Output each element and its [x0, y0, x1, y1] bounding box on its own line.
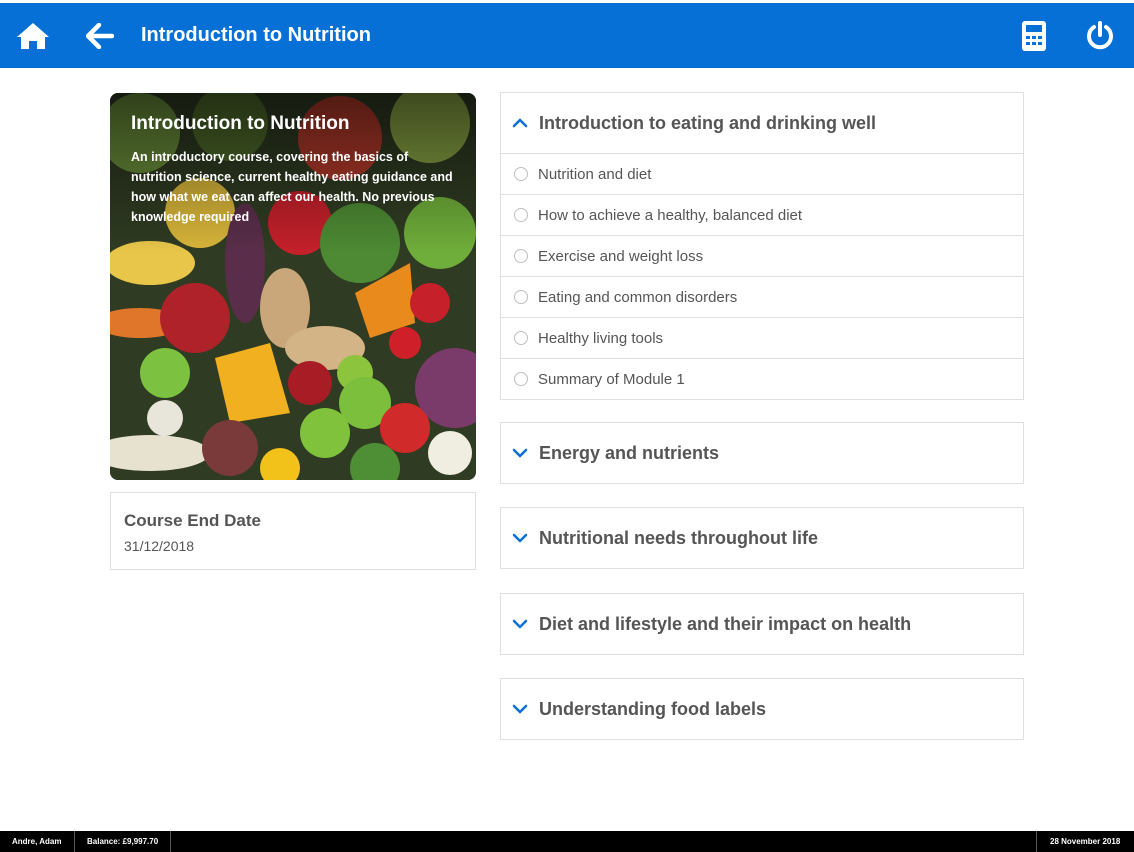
lesson-item[interactable]: Healthy living tools — [501, 317, 1023, 358]
lesson-label: Nutrition and diet — [538, 165, 652, 183]
radio-circle-icon — [514, 249, 528, 263]
power-button[interactable] — [1075, 3, 1125, 68]
radio-circle-icon — [514, 372, 528, 386]
module-panel: Energy and nutrients — [500, 422, 1024, 484]
lesson-label: Summary of Module 1 — [538, 370, 685, 388]
lesson-item[interactable]: Exercise and weight loss — [501, 235, 1023, 276]
module-panel: Introduction to eating and drinking well… — [500, 92, 1024, 400]
calculator-button[interactable] — [1009, 3, 1059, 68]
date-text: 28 November 2018 — [1050, 837, 1121, 846]
back-arrow-icon — [86, 22, 114, 49]
course-title: Introduction to Nutrition — [131, 113, 350, 134]
calculator-icon — [1022, 20, 1046, 51]
page-title: Introduction to Nutrition — [141, 24, 371, 46]
module-panel: Nutritional needs throughout life — [500, 507, 1024, 569]
chevron-down-icon — [501, 619, 539, 629]
module-header-toggle[interactable]: Energy and nutrients — [501, 423, 1023, 483]
lesson-label: How to achieve a healthy, balanced diet — [538, 206, 803, 224]
chevron-up-icon — [501, 118, 539, 128]
lesson-label: Healthy living tools — [538, 329, 664, 347]
module-title: Introduction to eating and drinking well — [539, 112, 876, 133]
module-header-toggle[interactable]: Understanding food labels — [501, 679, 1023, 739]
module-title: Energy and nutrients — [539, 442, 720, 463]
module-panel: Diet and lifestyle and their impact on h… — [500, 593, 1024, 655]
chevron-down-icon — [501, 448, 539, 458]
lesson-label: Exercise and weight loss — [538, 247, 704, 265]
radio-circle-icon — [514, 290, 528, 304]
module-header-toggle[interactable]: Diet and lifestyle and their impact on h… — [501, 594, 1023, 654]
course-hero-card: Introduction to Nutrition An introductor… — [110, 93, 476, 480]
back-button[interactable] — [75, 3, 125, 68]
power-icon — [1087, 20, 1113, 49]
chevron-down-icon — [501, 704, 539, 714]
home-button[interactable] — [8, 3, 58, 68]
course-description: An introductory course, covering the bas… — [131, 150, 453, 224]
module-header-toggle[interactable]: Introduction to eating and drinking well — [501, 93, 1023, 153]
end-date-value: 31/12/2018 — [124, 538, 195, 554]
module-title: Nutritional needs throughout life — [539, 527, 818, 548]
top-bar: Introduction to Nutrition — [0, 3, 1134, 68]
radio-circle-icon — [514, 331, 528, 345]
end-date-label: Course End Date — [124, 511, 261, 530]
radio-circle-icon — [514, 167, 528, 181]
lesson-item[interactable]: How to achieve a healthy, balanced diet — [501, 194, 1023, 235]
module-title: Understanding food labels — [539, 698, 767, 719]
module-panel: Understanding food labels — [500, 678, 1024, 740]
lesson-item[interactable]: Nutrition and diet — [501, 153, 1023, 194]
user-name: Andre, Adam — [12, 837, 62, 846]
lesson-item[interactable]: Eating and common disorders — [501, 276, 1023, 317]
module-title: Diet and lifestyle and their impact on h… — [539, 613, 912, 634]
lesson-item[interactable]: Summary of Module 1 — [501, 358, 1023, 399]
status-bar: Andre, Adam Balance: £9,997.70 28 Novemb… — [0, 831, 1134, 852]
course-end-date-card: Course End Date 31/12/2018 — [110, 492, 476, 570]
lesson-label: Eating and common disorders — [538, 288, 738, 306]
chevron-down-icon — [501, 533, 539, 543]
module-header-toggle[interactable]: Nutritional needs throughout life — [501, 508, 1023, 568]
balance-text: Balance: £9,997.70 — [87, 837, 159, 846]
radio-circle-icon — [514, 208, 528, 222]
home-icon — [17, 22, 49, 49]
